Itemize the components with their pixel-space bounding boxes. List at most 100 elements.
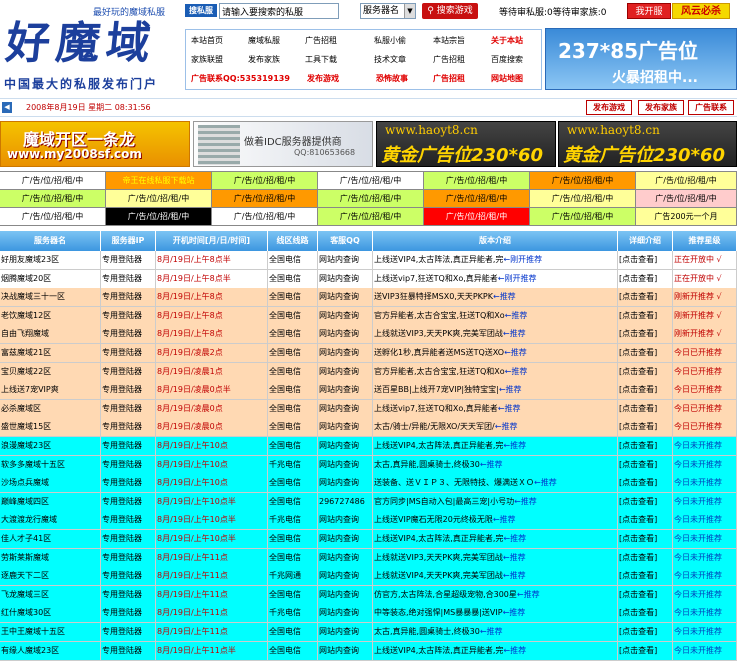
nav-item[interactable]: 家族联盟 [191, 54, 223, 65]
intro-recommend-link[interactable]: ←推荐 [505, 367, 528, 376]
intro-recommend-link[interactable]: ←推荐 [503, 571, 526, 580]
detail-link[interactable]: [点击查看] [618, 306, 673, 326]
ad-grid-cell[interactable]: 广/告/位/招/租/中 [0, 208, 106, 226]
cell-name[interactable]: 软多多魔域十五区 [0, 455, 101, 475]
ad-grid-cell[interactable]: 广/告/位/招/租/中 [424, 208, 530, 226]
column-header[interactable]: 推荐星级 [673, 231, 737, 251]
nav-item[interactable]: 网站地图 [491, 73, 523, 84]
ad-grid-cell[interactable]: 广/告/位/招/租/中 [636, 190, 737, 208]
intro-recommend-link[interactable]: ←推荐 [534, 478, 557, 487]
intro-recommend-link[interactable]: ←推荐 [480, 627, 503, 636]
cell-name[interactable]: 佳人才子41区 [0, 530, 101, 549]
column-header[interactable]: 服务器名 [0, 231, 101, 251]
intro-recommend-link[interactable]: ←推荐 [493, 515, 516, 524]
cell-name[interactable]: 逐鹿天下二区 [0, 567, 101, 587]
cell-name[interactable]: 红什魔域30区 [0, 604, 101, 624]
search-type-select[interactable]: 服务器名 ▼ [360, 3, 416, 19]
intro-recommend-link[interactable]: ←推荐 [498, 404, 521, 413]
nav-item[interactable]: 本站宗旨 [433, 35, 465, 46]
table-row[interactable]: 佳人才子41区 专用登陆器 8月/19日/上午10点半 全国电信 网站内查询 上线送VIP… [0, 530, 737, 549]
cell-name[interactable]: 老饮魔域12区 [0, 306, 101, 326]
cell-name[interactable]: 好朋友魔域23区 [0, 251, 101, 270]
ad-grid-cell[interactable]: 广告200元一个月 [636, 208, 737, 226]
table-row[interactable]: 浪漫魔域23区 专用登陆器 8月/19日/上午10点 全国电信 网站内查询 上线送VIP4… [0, 437, 737, 456]
detail-link[interactable]: [点击查看] [618, 269, 673, 289]
nav-item[interactable]: 发布游戏 [307, 73, 339, 84]
nav-item[interactable]: 发布家族 [248, 54, 280, 65]
intro-recommend-link[interactable]: ←推荐 [493, 292, 516, 301]
nav-item[interactable]: 魔域私服 [248, 35, 280, 46]
ad-grid-cell[interactable]: 帝王在线私服下载站 [106, 172, 212, 190]
cell-name[interactable]: 自由飞翔魔域 [0, 325, 101, 345]
cell-name[interactable]: 浪漫魔域23区 [0, 437, 101, 456]
ad-grid-cell[interactable]: 广/告/位/招/租/中 [0, 190, 106, 208]
detail-link[interactable]: [点击查看] [618, 344, 673, 363]
intro-recommend-link[interactable]: ←推荐 [504, 348, 527, 357]
ad-grid-cell[interactable]: 广/告/位/招/租/中 [424, 172, 530, 190]
intro-recommend-link[interactable]: ←推荐 [499, 385, 522, 394]
table-row[interactable]: 自由飞翔魔域 专用登陆器 8月/19日/上午8点 全国电信 网站内查询 上线就送VIP3,… [0, 325, 737, 345]
detail-link[interactable]: [点击查看] [618, 530, 673, 549]
ad-banner-1[interactable]: 魔域开区一条龙 www.my2008sf.com [0, 121, 190, 167]
ad-grid-cell[interactable]: 广/告/位/招/租/中 [318, 172, 424, 190]
table-row[interactable]: 王中王魔域十五区 专用登陆器 8月/19日/上午11点 全国电信 网站内查询 太古,真异能… [0, 623, 737, 642]
intro-recommend-link[interactable]: ←刚开推荐 [498, 274, 537, 283]
table-row[interactable]: 软多多魔域十五区 专用登陆器 8月/19日/上午10点 千兆电信 网站内查询 太古,真异能… [0, 455, 737, 475]
cell-name[interactable]: 上线送7宠VIP爽 [0, 381, 101, 401]
cell-name[interactable]: 烟腾魔域20区 [0, 269, 101, 289]
cell-name[interactable]: 飞龙魔域三区 [0, 585, 101, 605]
nav-item[interactable]: 技术文章 [374, 54, 406, 65]
column-header[interactable]: 线区线路 [268, 231, 318, 251]
ad-grid-cell[interactable]: 广/告/位/招/租/中 [636, 172, 737, 190]
detail-link[interactable]: [点击查看] [618, 474, 673, 494]
intro-recommend-link[interactable]: ←推荐 [503, 534, 526, 543]
table-row[interactable]: 劳斯莱斯魔域 专用登陆器 8月/19日/上午11点 全国电信 网站内查询 上线就送VIP3… [0, 548, 737, 568]
site-logo[interactable]: 最好玩的魔域私服 好魔域 中国最大的私服发布门户 [0, 0, 182, 97]
intro-recommend-link[interactable]: ←推荐 [505, 311, 528, 320]
table-row[interactable]: 好朋友魔域23区 专用登陆器 8月/19日/上午8点半 全国电信 网站内查询 上线送VIP… [0, 251, 737, 270]
ad-grid-cell[interactable]: 广/告/位/招/租/中 [106, 208, 212, 226]
cell-name[interactable]: 宝贝魔域22区 [0, 362, 101, 382]
detail-link[interactable]: [点击查看] [618, 381, 673, 401]
nav-item[interactable]: 恐怖故事 [376, 73, 408, 84]
cell-name[interactable]: 必杀魔域区 [0, 399, 101, 419]
column-header[interactable]: 客服QQ [318, 231, 373, 251]
table-row[interactable]: 飞龙魔域三区 专用登陆器 8月/19日/上午11点 全国电信 网站内查询 仿官方,太古阵法… [0, 585, 737, 605]
detail-link[interactable]: [点击查看] [618, 548, 673, 568]
intro-recommend-link[interactable]: ←推荐 [503, 329, 526, 338]
table-row[interactable]: 沙场点兵魔域 专用登陆器 8月/19日/上午10点 全国电信 网站内查询 送装备、送ＶＩＰ… [0, 474, 737, 494]
ad-banner-right[interactable]: 237*85广告位 火暴招租中... [545, 28, 737, 90]
open-server-button[interactable]: 我开服 [627, 3, 671, 19]
ad-contact-button[interactable]: 广告联系 [688, 100, 734, 115]
table-row[interactable]: 老饮魔域12区 专用登陆器 8月/19日/上午8点 全国电信 网站内查询 官方异能者,太古… [0, 306, 737, 326]
detail-link[interactable]: [点击查看] [618, 641, 673, 661]
search-input[interactable] [219, 3, 339, 19]
cell-name[interactable]: 王中王魔域十五区 [0, 623, 101, 642]
column-header[interactable]: 服务器IP [101, 231, 156, 251]
column-header[interactable]: 版本介绍 [373, 231, 618, 251]
detail-link[interactable]: [点击查看] [618, 623, 673, 642]
table-row[interactable]: 宝贝魔域22区 专用登陆器 8月/19日/凌晨1点 全国电信 网站内查询 官方异能者,太古… [0, 362, 737, 382]
ad-grid-cell[interactable]: 广/告/位/招/租/中 [530, 172, 636, 190]
intro-recommend-link[interactable]: ←推荐 [503, 553, 526, 562]
cell-name[interactable]: 有缘人魔域23区 [0, 641, 101, 661]
table-row[interactable]: 有缘人魔域23区 专用登陆器 8月/19日/上午11点半 全国电信 网站内查询 上线送VI… [0, 641, 737, 661]
detail-link[interactable]: [点击查看] [618, 288, 673, 308]
detail-link[interactable]: [点击查看] [618, 399, 673, 419]
fyb-ad-button[interactable]: 风云必杀 [672, 3, 730, 19]
table-row[interactable]: 富兹魔域21区 专用登陆器 8月/19日/凌晨2点 全国电信 网站内查询 送孵化1秒,真异… [0, 344, 737, 363]
table-row[interactable]: 红什魔域30区 专用登陆器 8月/19日/上午11点 千兆电信 网站内查询 中等装态,绝对… [0, 604, 737, 624]
nav-item[interactable]: 广告联系QQ:535319139 [191, 73, 290, 84]
ad-grid-cell[interactable]: 广/告/位/招/租/中 [0, 172, 106, 190]
detail-link[interactable]: [点击查看] [618, 325, 673, 345]
ad-grid-cell[interactable]: 广/告/位/招/租/中 [212, 208, 318, 226]
detail-link[interactable]: [点击查看] [618, 455, 673, 475]
detail-link[interactable]: [点击查看] [618, 437, 673, 456]
table-row[interactable]: 必杀魔域区 专用登陆器 8月/19日/凌晨0点 全国电信 网站内查询 上线送vip7,狂送… [0, 399, 737, 419]
nav-item[interactable]: 百度搜索 [491, 54, 523, 65]
table-row[interactable]: 逐鹿天下二区 专用登陆器 8月/19日/上午11点 千兆网通 网站内查询 上线就送VIP4… [0, 567, 737, 587]
cell-name[interactable]: 盛世魔域15区 [0, 418, 101, 438]
nav-item[interactable]: 工具下载 [305, 54, 337, 65]
table-row[interactable]: 盛世魔域15区 专用登陆器 8月/19日/凌晨0点 全国电信 网站内查询 太古/骑士/异能… [0, 418, 737, 438]
detail-link[interactable]: [点击查看] [618, 362, 673, 382]
